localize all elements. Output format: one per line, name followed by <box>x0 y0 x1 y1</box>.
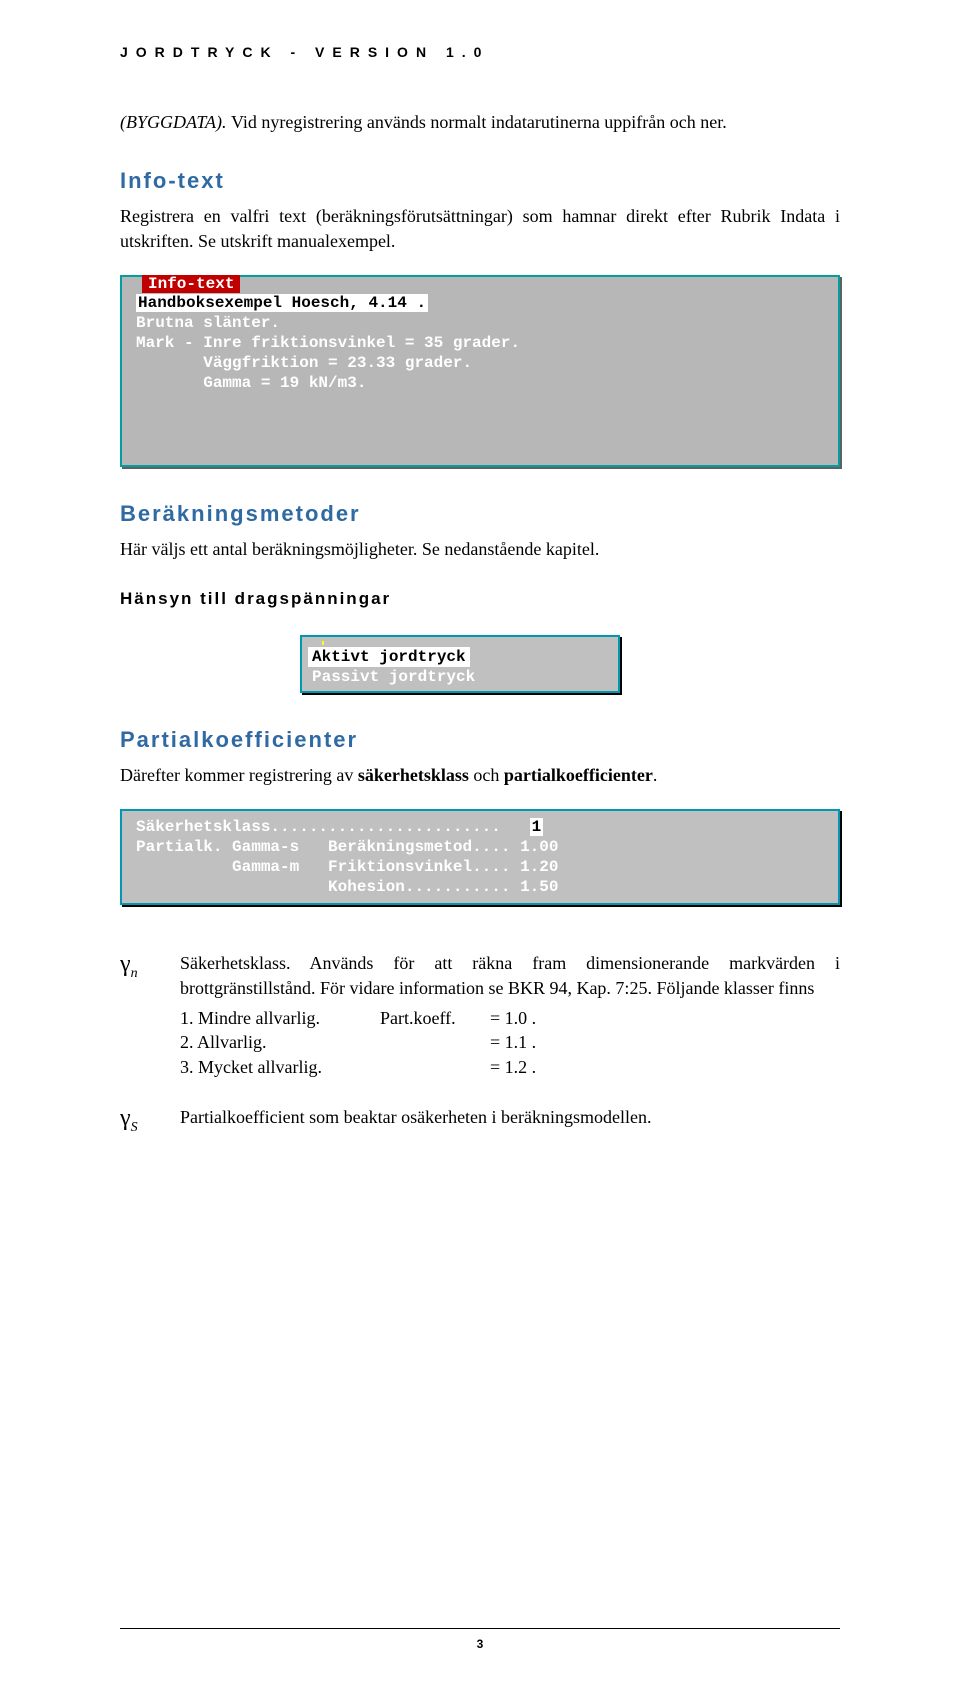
intro-para: (BYGGDATA). Vid nyregistrering används n… <box>120 110 840 134</box>
gamma-n-symbol: γn <box>120 951 180 982</box>
pline2-v: 1.20 <box>520 858 558 876</box>
coeff-0-c1: 1. Mindre allvarlig. <box>180 1006 380 1030</box>
pline3-l: Kohesion <box>136 878 405 896</box>
coeff-0-c3: = 1.0 . <box>490 1006 560 1030</box>
gamma-n-row: γn Säkerhetsklass. Används för att räkna… <box>120 951 840 1078</box>
intro-prefix: (BYGGDATA). <box>120 112 231 132</box>
coeff-table: 1. Mindre allvarlig. Part.koeff. = 1.0 .… <box>180 1006 840 1079</box>
partial-heading: Partialkoefficienter <box>120 727 840 753</box>
menu-item-passive[interactable]: Passivt jordtryck <box>308 667 479 687</box>
partial-terminal: Säkerhetsklass........................ 1… <box>120 809 840 905</box>
pline3-d: ........... <box>405 878 511 896</box>
coeff-0-c2: Part.koeff. <box>380 1006 490 1030</box>
info-para: Registrera en valfri text (beräkningsför… <box>120 204 840 253</box>
partial-para-mid: och <box>469 765 504 785</box>
page: JORDTRYCK - VERSION 1.0 (BYGGDATA). Vid … <box>0 0 960 1681</box>
pline2-l: Gamma-m Friktionsvinkel <box>136 858 472 876</box>
pline3-v: 1.50 <box>520 878 558 896</box>
info-terminal-line-0: Handboksexempel Hoesch, 4.14 . <box>136 294 428 312</box>
pline1-d: .... <box>472 838 510 856</box>
info-heading: Info-text <box>120 168 840 194</box>
menu-item-active[interactable]: Aktivt jordtryck <box>308 647 470 667</box>
info-terminal-title: Info-text <box>142 275 240 293</box>
tension-menu: Aktivt jordtryck Passivt jordtryck <box>120 635 840 693</box>
menu-marker-icon <box>322 641 324 645</box>
methods-heading: Beräkningsmetoder <box>120 501 840 527</box>
pline1-v: 1.00 <box>520 838 558 856</box>
gamma-s-row: γS Partialkoefficient som beaktar osäker… <box>120 1105 840 1136</box>
coeff-row-0: 1. Mindre allvarlig. Part.koeff. = 1.0 . <box>180 1006 840 1030</box>
info-terminal-line-1: Brutna slänter. <box>136 313 824 333</box>
coeff-2-c2 <box>380 1055 490 1079</box>
gamma-n-text: Säkerhetsklass. Används för att räkna fr… <box>180 953 840 997</box>
pline2-d: .... <box>472 858 510 876</box>
page-footer: 3 <box>0 1628 960 1651</box>
coeff-row-2: 3. Mycket allvarlig. = 1.2 . <box>180 1055 840 1079</box>
gamma-s-text: Partialkoefficient som beaktar osäkerhet… <box>180 1105 652 1129</box>
intro-rest: Vid nyregistrering används normalt indat… <box>231 112 727 132</box>
pline0-v: 1 <box>530 818 544 836</box>
pline1-l: Partialk. Gamma-s Beräkningsmetod <box>136 838 472 856</box>
methods-para: Här väljs ett antal beräkningsmöjlighete… <box>120 537 840 561</box>
partial-para-prefix: Därefter kommer registrering av <box>120 765 358 785</box>
info-terminal-line-3: Väggfriktion = 23.33 grader. <box>136 353 824 373</box>
coeff-1-c1: 2. Allvarlig. <box>180 1030 380 1054</box>
coeff-1-c2 <box>380 1030 490 1054</box>
pline0-l: Säkerhetsklass <box>136 818 270 836</box>
page-header: JORDTRYCK - VERSION 1.0 <box>120 44 840 60</box>
info-terminal-line-2: Mark - Inre friktionsvinkel = 35 grader. <box>136 333 824 353</box>
coeff-row-1: 2. Allvarlig. = 1.1 . <box>180 1030 840 1054</box>
info-terminal-line-4: Gamma = 19 kN/m3. <box>136 373 824 393</box>
coeff-2-c3: = 1.2 . <box>490 1055 560 1079</box>
footer-divider <box>120 1628 840 1629</box>
coeff-1-c3: = 1.1 . <box>490 1030 560 1054</box>
tension-heading: Hänsyn till dragspänningar <box>120 589 840 609</box>
partial-para-b1: säkerhetsklass <box>358 765 469 785</box>
gamma-s-symbol: γS <box>120 1105 180 1136</box>
pline0-d: ........................ <box>270 818 500 836</box>
partial-para: Därefter kommer registrering av säkerhet… <box>120 763 840 787</box>
partial-para-b2: partialkoefficienter <box>504 765 653 785</box>
coeff-2-c1: 3. Mycket allvarlig. <box>180 1055 380 1079</box>
partial-para-suffix: . <box>653 765 658 785</box>
info-terminal: Info-text Handboksexempel Hoesch, 4.14 .… <box>120 275 840 467</box>
page-number: 3 <box>477 1637 484 1651</box>
